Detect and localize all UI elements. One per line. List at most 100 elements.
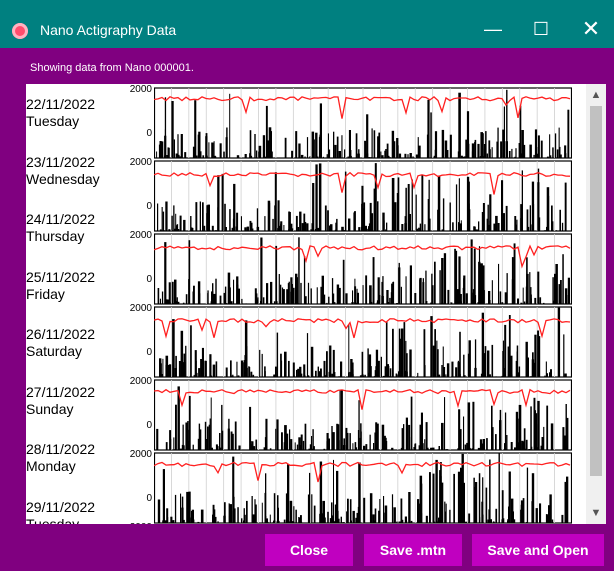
- activity-bar: [248, 366, 250, 377]
- activity-bar: [265, 473, 267, 523]
- activity-bar: [424, 439, 426, 450]
- activity-bar: [364, 225, 367, 231]
- activity-bar: [425, 270, 427, 304]
- activity-bar: [538, 217, 541, 231]
- activity-bar: [205, 155, 208, 158]
- activity-bar: [336, 424, 340, 450]
- activity-bar: [441, 229, 445, 231]
- activity-bar: [524, 156, 525, 158]
- activity-bar: [179, 215, 182, 231]
- activity-bar: [212, 504, 215, 523]
- activity-bar: [273, 493, 276, 523]
- activity-bar: [331, 278, 334, 304]
- activity-bar: [327, 133, 329, 158]
- activity-bar: [479, 156, 483, 158]
- activity-bar: [520, 500, 523, 523]
- activity-bar: [491, 405, 493, 450]
- day-row: [154, 379, 572, 451]
- activity-bar: [255, 439, 258, 450]
- activity-bar: [506, 273, 508, 304]
- maximize-button[interactable]: ☐: [518, 10, 564, 48]
- activity-bar: [326, 302, 328, 304]
- activity-bar: [329, 518, 332, 523]
- activity-bar: [351, 369, 354, 377]
- vertical-scrollbar[interactable]: ▲ ▼: [586, 84, 606, 524]
- activity-bar: [274, 205, 277, 231]
- activity-bar: [561, 222, 564, 231]
- activity-bar: [360, 423, 362, 450]
- close-window-button[interactable]: ✕: [568, 10, 614, 48]
- activity-bar: [264, 437, 267, 450]
- activity-bar: [156, 428, 159, 450]
- activity-bar: [551, 519, 554, 523]
- save-mtn-button[interactable]: Save .mtn: [364, 534, 462, 566]
- activity-bar: [202, 202, 204, 231]
- activity-bar: [188, 395, 191, 450]
- activity-bar: [175, 355, 177, 377]
- activity-bar: [275, 366, 277, 377]
- minimize-button[interactable]: —: [470, 10, 516, 48]
- scroll-down-icon[interactable]: ▼: [586, 504, 606, 522]
- save-and-open-button[interactable]: Save and Open: [472, 534, 604, 566]
- activity-bar: [352, 510, 355, 523]
- activity-bar: [518, 366, 521, 377]
- activity-bar: [486, 218, 488, 231]
- scroll-up-icon[interactable]: ▲: [586, 86, 606, 104]
- activity-bar: [414, 444, 416, 450]
- activity-bar: [514, 156, 516, 158]
- activity-bar: [419, 279, 422, 304]
- activity-bar: [384, 150, 386, 158]
- activity-bar: [309, 156, 311, 158]
- activity-bar: [229, 209, 231, 231]
- activity-bar: [310, 346, 314, 377]
- activity-bar: [409, 265, 412, 304]
- activity-bar: [531, 446, 533, 450]
- activity-bar: [313, 139, 315, 158]
- activity-bar: [165, 201, 168, 231]
- activity-bar: [231, 375, 234, 377]
- axis-max-label: 2000: [129, 157, 152, 168]
- activity-bar: [240, 216, 242, 231]
- actigraphy-panel[interactable]: 22/11/2022 Tuesday 23/11/2022 Wednesday 24/1…: [26, 84, 606, 524]
- title-bar[interactable]: Nano Actigraphy Data — ☐ ✕: [0, 0, 614, 48]
- activity-bar: [348, 130, 351, 158]
- activity-bar: [313, 376, 315, 377]
- activity-bar: [449, 202, 451, 231]
- activity-bar: [429, 472, 431, 523]
- activity-bar: [165, 355, 169, 377]
- activity-bar: [192, 444, 194, 450]
- activity-bar: [534, 129, 538, 158]
- activity-bar: [272, 218, 274, 231]
- activity-bar: [463, 354, 465, 377]
- activity-bar: [506, 89, 508, 158]
- activity-bar: [245, 228, 247, 231]
- activity-bar: [564, 182, 567, 231]
- activity-bar: [225, 137, 228, 158]
- activity-bar: [300, 434, 303, 450]
- activity-bar: [186, 491, 189, 523]
- activity-bar: [465, 293, 468, 304]
- activity-bar: [406, 371, 408, 377]
- activity-bar: [336, 136, 339, 158]
- close-button[interactable]: Close: [265, 534, 353, 566]
- activity-bar: [349, 499, 352, 523]
- activity-bar: [302, 440, 305, 450]
- activity-bar: [252, 374, 255, 377]
- activity-bar: [520, 302, 523, 304]
- activity-bar: [300, 282, 302, 304]
- activity-bar: [211, 447, 213, 450]
- activity-bar: [501, 180, 504, 231]
- activity-bar: [284, 371, 286, 377]
- activity-bar: [531, 224, 534, 231]
- activity-bar: [182, 302, 185, 304]
- scroll-thumb[interactable]: [590, 106, 602, 476]
- day-row: [154, 452, 572, 524]
- activity-bar: [162, 358, 164, 377]
- activity-bar: [233, 183, 236, 231]
- activity-bar: [176, 229, 180, 231]
- activity-bar: [406, 521, 408, 523]
- activity-bar: [547, 195, 550, 231]
- activity-bar: [459, 223, 462, 231]
- activity-bar: [447, 297, 449, 304]
- activity-bar: [280, 284, 282, 304]
